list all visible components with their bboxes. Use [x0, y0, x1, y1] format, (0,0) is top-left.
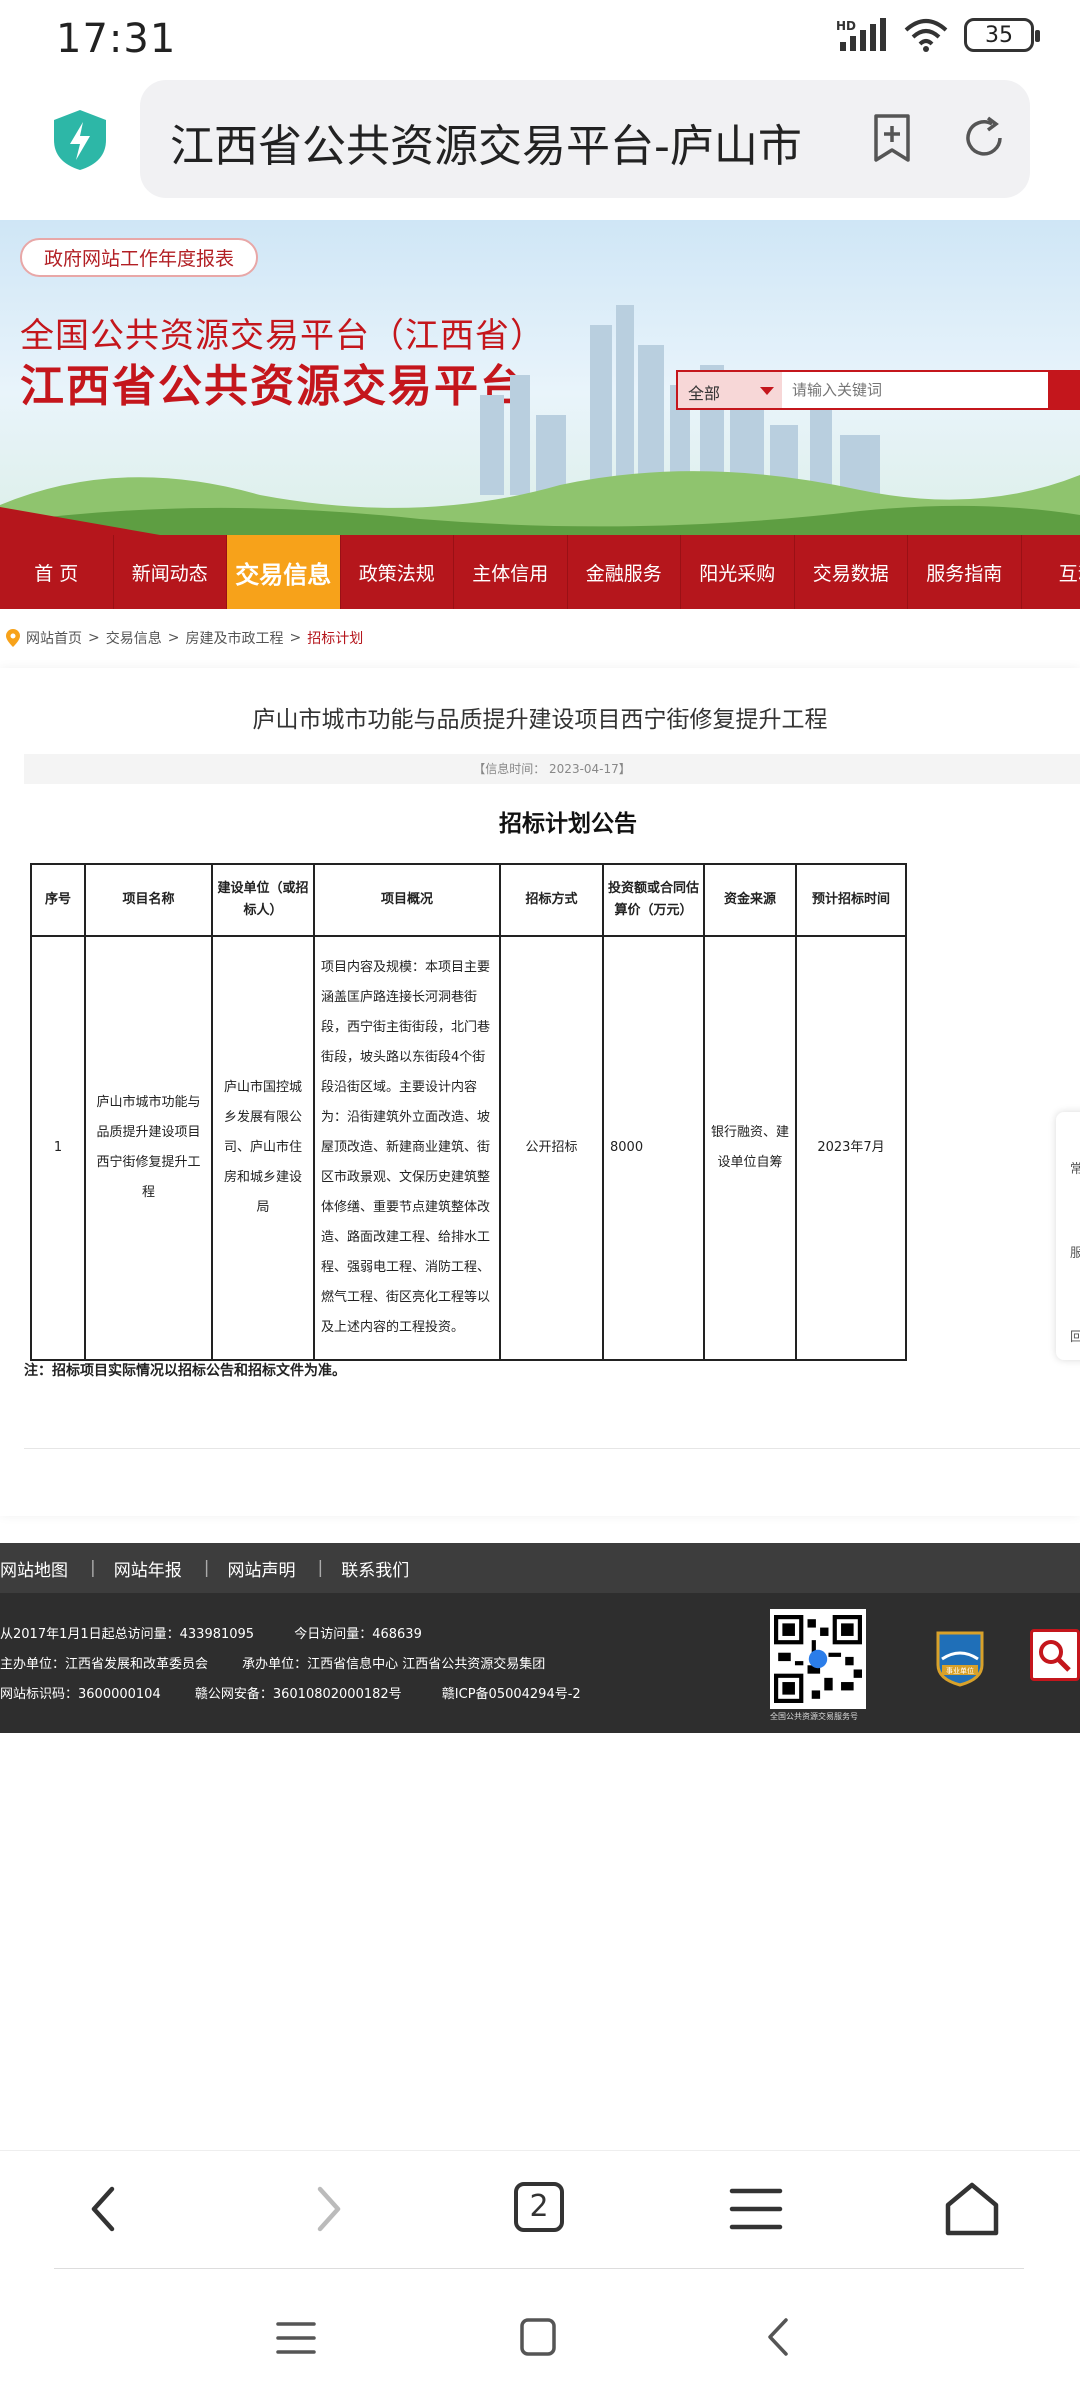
organizer-unit: 承办单位：江西省信息中心 江西省公共资源交易集团: [242, 1657, 546, 1672]
address-title[interactable]: 江西省公共资源交易平台-庐山市: [170, 110, 820, 174]
nav-item-interaction[interactable]: 互动: [1022, 535, 1080, 609]
cell-index: 1: [30, 935, 86, 1361]
nav-item-trading-info[interactable]: 交易信息: [227, 535, 341, 609]
search-input[interactable]: [782, 372, 1048, 408]
cell-time: 2023年7月: [795, 935, 907, 1361]
col-header-overview: 项目概况: [313, 863, 501, 937]
side-tool-service[interactable]: 服: [1070, 1242, 1080, 1261]
article-note: 注：招标项目实际情况以招标公告和招标文件为准。: [24, 1363, 346, 1379]
cell-investment: 8000: [602, 935, 705, 1361]
svg-text:HD: HD: [836, 19, 856, 33]
main-nav: 首 页 新闻动态 交易信息 政策法规 主体信用 金融服务 阳光采购 交易数据 服…: [0, 535, 1080, 609]
menu-icon[interactable]: [726, 2179, 786, 2239]
footer-link-annual-report[interactable]: 网站年报: [114, 1556, 186, 1581]
tab-count-value: 2: [529, 2189, 549, 2224]
col-header-builder: 建设单位（或招标人）: [211, 863, 315, 937]
site-code: 网站标识码：3600000104: [0, 1687, 161, 1702]
nav-item-home[interactable]: 首 页: [0, 535, 114, 609]
tab-count-button[interactable]: 2: [514, 2182, 564, 2232]
wifi-icon: [904, 19, 948, 52]
side-float-toolbar: 常 服 回: [1056, 1112, 1080, 1360]
cell-funding: 银行融资、建设单位自筹: [703, 935, 797, 1361]
forward-icon[interactable]: [296, 2179, 356, 2239]
system-back-icon[interactable]: [760, 2314, 796, 2360]
visits-today: 今日访问量：468639: [294, 1627, 422, 1642]
site-banner: 政府网站工作年度报表 全国公共资源交易平台（江西省） 江西省公共资源交易平台 全…: [0, 220, 1080, 535]
institution-badge-icon[interactable]: 事业单位: [934, 1629, 986, 1687]
back-icon[interactable]: [76, 2179, 136, 2239]
banner-title-main: 江西省公共资源交易平台: [20, 361, 526, 412]
qr-code-image: [770, 1609, 866, 1709]
article-title: 庐山市城市功能与品质提升建设项目西宁街修复提升工程: [252, 707, 828, 733]
chevron-down-icon: [760, 387, 774, 395]
cell-builder: 庐山市国控城乡发展有限公司、庐山市住房和城乡建设局: [211, 935, 315, 1361]
qr-caption: 全国公共资源交易服务号: [770, 1712, 858, 1721]
divider: [24, 1448, 1080, 1449]
article-subtitle: 招标计划公告: [499, 811, 637, 837]
nav-item-procurement[interactable]: 阳光采购: [681, 535, 795, 609]
cellular-signal-icon: HD: [836, 18, 886, 51]
cell-project-name: 庐山市城市功能与品质提升建设项目西宁街修复提升工程: [84, 935, 213, 1361]
battery-icon: 35: [964, 18, 1040, 52]
col-header-project-name: 项目名称: [84, 863, 213, 937]
col-header-investment: 投资额或合同估算价（万元）: [602, 863, 705, 937]
annual-report-link[interactable]: 政府网站工作年度报表: [20, 238, 259, 277]
breadcrumb: 网站首页 > 交易信息 > 房建及市政工程 > 招标计划: [6, 628, 363, 648]
police-record[interactable]: 赣公网安备：36010802000182号: [195, 1687, 402, 1702]
cell-overview: 项目内容及规模：本项目主要涵盖匡庐路连接长河洞巷街段，西宁街主街街段，北门巷街段…: [313, 935, 501, 1361]
government-site-badge[interactable]: [1030, 1629, 1080, 1681]
system-home-icon[interactable]: [518, 2316, 558, 2358]
address-bar[interactable]: 江西省公共资源交易平台-庐山市: [140, 80, 1030, 198]
visits-total: 从2017年1月1日起总访问量：433981095: [0, 1627, 255, 1642]
search-scope-value: 全部: [688, 384, 721, 403]
nav-item-news[interactable]: 新闻动态: [114, 535, 227, 609]
nav-item-trading-data[interactable]: 交易数据: [795, 535, 908, 609]
footer-link-sitemap[interactable]: 网站地图: [0, 1556, 72, 1581]
nav-item-policy[interactable]: 政策法规: [341, 535, 454, 609]
toolbar-divider: [54, 2268, 1024, 2269]
security-shield-icon[interactable]: [52, 108, 108, 172]
search-button[interactable]: [1048, 372, 1078, 408]
search-scope-select[interactable]: 全部: [678, 372, 782, 408]
battery-level: 35: [985, 22, 1013, 48]
nav-item-service-guide[interactable]: 服务指南: [908, 535, 1022, 609]
bid-plan-table: 序号 项目名称 建设单位（或招标人） 项目概况 招标方式 投资额或合同估算价（万…: [30, 863, 907, 1361]
site-search: 全部: [676, 370, 1080, 410]
nav-item-finance[interactable]: 金融服务: [568, 535, 681, 609]
breadcrumb-home[interactable]: 网站首页: [26, 628, 82, 648]
status-icons: HD 35: [836, 18, 1040, 52]
location-pin-icon: [6, 629, 20, 647]
badge-label: 事业单位: [946, 1666, 974, 1675]
footer-link-statement[interactable]: 网站声明: [227, 1556, 299, 1581]
green-hills-illustration: [0, 471, 1080, 535]
table-header-row: 序号 项目名称 建设单位（或招标人） 项目概况 招标方式 投资额或合同估算价（万…: [30, 863, 907, 937]
table-row: 1 庐山市城市功能与品质提升建设项目西宁街修复提升工程 庐山市国控城乡发展有限公…: [30, 935, 907, 1361]
col-header-method: 招标方式: [499, 863, 604, 937]
breadcrumb-current: 招标计划: [307, 631, 364, 647]
footer-info: 从2017年1月1日起总访问量：433981095 今日访问量：468639 主…: [0, 1593, 1080, 1733]
col-header-time: 预计招标时间: [795, 863, 907, 937]
side-tool-common[interactable]: 常: [1070, 1158, 1080, 1177]
col-header-funding: 资金来源: [703, 863, 797, 937]
status-time: 17:31: [56, 16, 177, 62]
home-icon[interactable]: [942, 2179, 1002, 2239]
cell-method: 公开招标: [499, 935, 604, 1361]
article-meta: 【信息时间： 2023-04-17】: [24, 754, 1080, 784]
side-tool-back-top[interactable]: 回: [1070, 1326, 1080, 1345]
footer-links: 网站地图 | 网站年报 | 网站声明 | 联系我们: [0, 1543, 1080, 1593]
icp-record[interactable]: 赣ICP备05004294号-2: [442, 1687, 581, 1702]
col-header-index: 序号: [30, 863, 86, 937]
host-unit: 主办单位：江西省发展和改革委员会: [0, 1657, 209, 1672]
add-bookmark-icon[interactable]: [866, 112, 918, 164]
footer-link-contact[interactable]: 联系我们: [341, 1556, 413, 1581]
status-bar: 17:31 HD 35: [0, 0, 1080, 80]
system-nav-bar: [0, 2290, 1080, 2400]
recent-apps-icon[interactable]: [274, 2318, 318, 2358]
breadcrumb-trading-info[interactable]: 交易信息: [106, 628, 162, 648]
article-panel: 庐山市城市功能与品质提升建设项目西宁街修复提升工程 【信息时间： 2023-04…: [0, 668, 1080, 1516]
breadcrumb-construction[interactable]: 房建及市政工程: [185, 628, 283, 648]
magnifier-icon: [1039, 1640, 1071, 1672]
refresh-icon[interactable]: [958, 112, 1010, 164]
nav-item-credit[interactable]: 主体信用: [454, 535, 568, 609]
